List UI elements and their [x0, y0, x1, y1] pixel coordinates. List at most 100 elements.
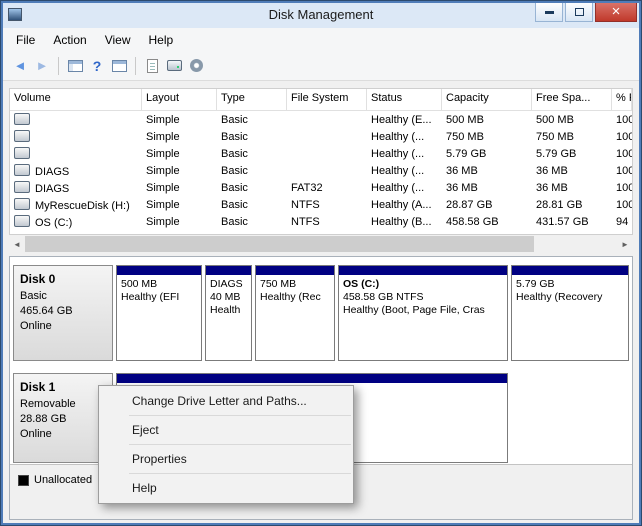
table-row[interactable]: DIAGS Simple Basic Healthy (... 36 MB 36…	[10, 162, 632, 179]
menu-separator	[129, 473, 351, 474]
cell-status: Healthy (...	[367, 131, 442, 143]
disk-size: 465.64 GB	[20, 304, 106, 319]
back-icon[interactable]	[9, 56, 31, 76]
forward-icon[interactable]	[31, 56, 53, 76]
help-icon[interactable]: ?	[86, 56, 108, 76]
menu-item-help[interactable]: Help	[99, 476, 353, 500]
cell-type: Basic	[217, 131, 287, 143]
cell-layout: Simple	[142, 165, 217, 177]
table-row[interactable]: Simple Basic Healthy (E... 500 MB 500 MB…	[10, 111, 632, 128]
partition-stripe	[117, 266, 201, 275]
cell-free: 5.79 GB	[532, 148, 612, 160]
scrollbar-thumb[interactable]	[25, 236, 534, 252]
show-console-tree-icon[interactable]	[64, 56, 86, 76]
column-header-volume[interactable]: Volume	[10, 89, 142, 110]
cell-capacity: 28.87 GB	[442, 199, 532, 211]
cell-type: Basic	[217, 182, 287, 194]
menu-item-eject[interactable]: Eject	[99, 418, 353, 442]
menu-separator	[129, 415, 351, 416]
menu-item-properties[interactable]: Properties	[99, 447, 353, 471]
volume-icon	[14, 181, 30, 193]
volume-table: Volume Layout Type File System Status Ca…	[9, 88, 633, 235]
partition-size: 40 MB	[210, 291, 247, 304]
cell-capacity: 500 MB	[442, 114, 532, 126]
cell-free: 28.81 GB	[532, 199, 612, 211]
cell-percent-free: 100	[612, 182, 632, 194]
cell-capacity: 750 MB	[442, 131, 532, 143]
partition-stripe	[339, 266, 507, 275]
cell-percent-free: 100	[612, 165, 632, 177]
partition-stripe	[512, 266, 628, 275]
cell-type: Basic	[217, 216, 287, 228]
disk-properties-icon[interactable]	[163, 56, 185, 76]
titlebar[interactable]: Disk Management	[3, 3, 639, 28]
cell-filesystem: NTFS	[287, 216, 367, 228]
disk0-header[interactable]: Disk 0 Basic 465.64 GB Online	[13, 265, 113, 361]
cell-capacity: 36 MB	[442, 165, 532, 177]
volume-icon	[14, 113, 30, 125]
partition-recovery-750[interactable]: 750 MB Healthy (Rec	[255, 265, 335, 361]
volume-icon	[14, 198, 30, 210]
scroll-right-button[interactable]	[617, 236, 633, 252]
partition-label: 5.79 GB	[516, 278, 624, 291]
menu-action[interactable]: Action	[44, 29, 95, 51]
cell-status: Healthy (...	[367, 182, 442, 194]
cell-status: Healthy (E...	[367, 114, 442, 126]
disk-name: Disk 1	[20, 380, 106, 394]
cell-layout: Simple	[142, 148, 217, 160]
toolbar-separator	[135, 57, 136, 75]
menu-view[interactable]: View	[96, 29, 140, 51]
volume-icon	[14, 164, 30, 176]
column-header-type[interactable]: Type	[217, 89, 287, 110]
close-button[interactable]	[595, 3, 637, 22]
column-header-free-space[interactable]: Free Spa...	[532, 89, 612, 110]
refresh-icon[interactable]	[141, 56, 163, 76]
menu-help[interactable]: Help	[140, 29, 183, 51]
disk0-row: Disk 0 Basic 465.64 GB Online 500 MB Hea…	[13, 265, 629, 361]
scroll-left-button[interactable]	[9, 236, 25, 252]
partition-size: 458.58 GB NTFS	[343, 291, 503, 304]
table-row[interactable]: OS (C:) Simple Basic NTFS Healthy (B... …	[10, 213, 632, 230]
partition-diags[interactable]: DIAGS 40 MB Health	[205, 265, 252, 361]
disk-status: Online	[20, 427, 106, 442]
cell-status: Healthy (...	[367, 165, 442, 177]
menu-file[interactable]: File	[7, 29, 44, 51]
cell-free: 36 MB	[532, 182, 612, 194]
volume-icon	[14, 215, 30, 227]
column-header-status[interactable]: Status	[367, 89, 442, 110]
horizontal-scrollbar[interactable]	[9, 236, 633, 252]
console-tree-glyph	[68, 60, 83, 72]
column-header-filesystem[interactable]: File System	[287, 89, 367, 110]
cell-layout: Simple	[142, 199, 217, 211]
export-list-icon[interactable]	[108, 56, 130, 76]
column-header-percent-free[interactable]: % F	[612, 89, 632, 110]
volume-name: MyRescueDisk (H:)	[35, 200, 130, 212]
minimize-button[interactable]	[535, 3, 563, 22]
disk-status: Online	[20, 319, 106, 334]
maximize-button[interactable]	[565, 3, 593, 22]
disk-type: Basic	[20, 289, 106, 304]
drive-glyph	[167, 60, 182, 71]
partition-efi[interactable]: 500 MB Healthy (EFI	[116, 265, 202, 361]
partition-os-c[interactable]: OS (C:) 458.58 GB NTFS Healthy (Boot, Pa…	[338, 265, 508, 361]
table-row[interactable]: Simple Basic Healthy (... 5.79 GB 5.79 G…	[10, 145, 632, 162]
disk-type: Removable	[20, 397, 106, 412]
cell-status: Healthy (A...	[367, 199, 442, 211]
table-row[interactable]: DIAGS Simple Basic FAT32 Healthy (... 36…	[10, 179, 632, 196]
table-row[interactable]: MyRescueDisk (H:) Simple Basic NTFS Heal…	[10, 196, 632, 213]
partition-label: DIAGS	[210, 278, 247, 291]
volume-icon	[14, 147, 30, 159]
cell-filesystem: FAT32	[287, 182, 367, 194]
cell-status: Healthy (B...	[367, 216, 442, 228]
partition-recovery-579[interactable]: 5.79 GB Healthy (Recovery	[511, 265, 629, 361]
table-row[interactable]: Simple Basic Healthy (... 750 MB 750 MB …	[10, 128, 632, 145]
toolbar: ?	[3, 51, 639, 81]
table-header: Volume Layout Type File System Status Ca…	[10, 89, 632, 111]
settings-icon[interactable]	[185, 56, 207, 76]
disk0-partitions: 500 MB Healthy (EFI DIAGS 40 MB Health	[116, 265, 629, 361]
column-header-capacity[interactable]: Capacity	[442, 89, 532, 110]
menu-item-change-drive-letter[interactable]: Change Drive Letter and Paths...	[99, 389, 353, 413]
cell-free: 36 MB	[532, 165, 612, 177]
scrollbar-track[interactable]	[25, 236, 617, 252]
column-header-layout[interactable]: Layout	[142, 89, 217, 110]
